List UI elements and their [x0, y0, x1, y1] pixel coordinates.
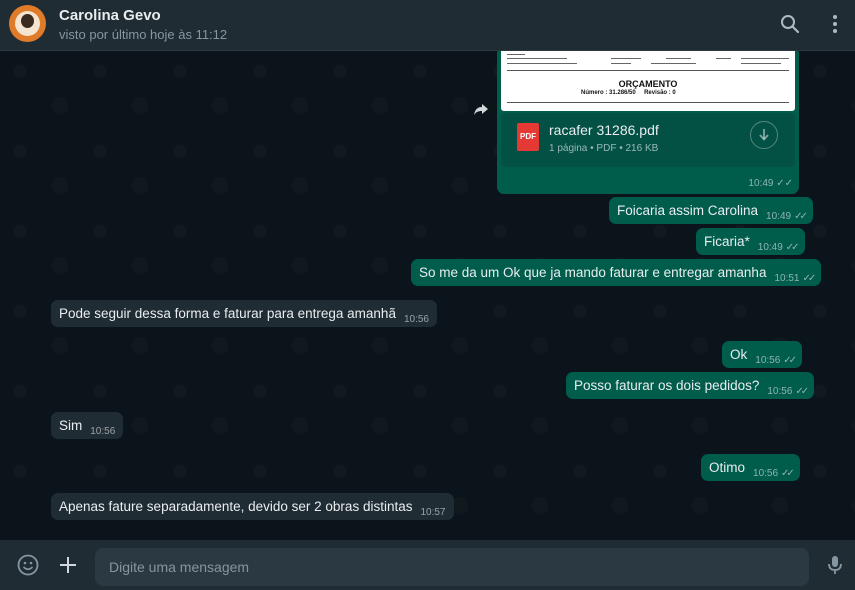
- double-check-icon: ✓✓: [795, 386, 809, 397]
- document-preview[interactable]: ORÇAMENTO Número : 31.286/50 Revisão : 0: [501, 51, 795, 111]
- message-text: Apenas fature separadamente, devido ser …: [59, 499, 413, 514]
- message-composer: [0, 540, 855, 590]
- plus-icon[interactable]: [56, 553, 80, 577]
- message-text: Ficaria*: [704, 234, 750, 249]
- document-file-name: racafer 31286.pdf: [549, 122, 659, 138]
- document-message[interactable]: ORÇAMENTO Número : 31.286/50 Revisão : 0…: [497, 51, 799, 194]
- message-text: Pode seguir dessa forma e faturar para e…: [59, 306, 396, 321]
- document-preview-title: ORÇAMENTO: [618, 79, 678, 89]
- document-info[interactable]: PDF racafer 31286.pdf 1 página • PDF • 2…: [501, 113, 795, 167]
- message-text: Foicaria assim Carolina: [617, 203, 759, 218]
- message-bubble[interactable]: Sim 10:56: [51, 412, 124, 439]
- message-text: So me da um Ok que ja mando faturar e en…: [419, 265, 767, 280]
- chat-messages-area[interactable]: ORÇAMENTO Número : 31.286/50 Revisão : 0…: [0, 51, 855, 540]
- double-check-icon: ✓✓: [794, 211, 808, 222]
- kebab-menu-icon[interactable]: [823, 12, 847, 36]
- message-text: Otimo: [709, 460, 746, 475]
- message-bubble[interactable]: Otimo 10:56 ✓✓: [701, 454, 800, 481]
- emoji-icon[interactable]: [16, 553, 40, 577]
- message-time: 10:56: [767, 386, 793, 397]
- microphone-icon[interactable]: [823, 553, 847, 577]
- message-bubble[interactable]: Ficaria* 10:49 ✓✓: [696, 228, 805, 255]
- double-check-icon: ✓✓: [783, 355, 797, 366]
- chat-header: Carolina Gevo visto por último hoje às 1…: [0, 0, 855, 51]
- message-time: 10:56: [755, 355, 781, 366]
- contact-last-seen: visto por último hoje às 11:12: [59, 27, 228, 42]
- message-bubble[interactable]: Apenas fature separadamente, devido ser …: [51, 493, 454, 520]
- message-bubble[interactable]: So me da um Ok que ja mando faturar e en…: [411, 259, 822, 286]
- double-check-icon: ✓✓: [802, 273, 816, 284]
- pdf-file-icon: PDF: [517, 123, 539, 151]
- message-time: 10:56: [90, 426, 116, 437]
- message-time: 10:51: [774, 273, 800, 284]
- message-time: 10:49 ✓✓: [748, 178, 793, 189]
- message-text: Posso faturar os dois pedidos?: [574, 378, 760, 393]
- message-bubble[interactable]: Ok 10:56 ✓✓: [722, 341, 803, 368]
- message-input[interactable]: [95, 548, 809, 586]
- contact-name[interactable]: Carolina Gevo: [59, 7, 161, 24]
- contact-avatar[interactable]: [9, 5, 46, 42]
- message-time: 10:49: [757, 242, 783, 253]
- double-check-icon: ✓✓: [781, 468, 795, 479]
- message-text: Sim: [59, 418, 83, 433]
- message-time: 10:57: [420, 507, 446, 518]
- document-file-meta: 1 página • PDF • 216 KB: [549, 143, 659, 154]
- message-time: 10:56: [753, 468, 779, 479]
- search-icon[interactable]: [778, 12, 802, 36]
- message-text: Ok: [730, 347, 748, 362]
- forward-icon[interactable]: [468, 96, 494, 122]
- double-check-icon: ✓✓: [773, 178, 793, 189]
- double-check-icon: ✓✓: [785, 242, 800, 253]
- message-bubble[interactable]: Foicaria assim Carolina 10:49 ✓✓: [609, 197, 813, 224]
- download-icon[interactable]: [750, 121, 778, 149]
- document-preview-number: Número : 31.286/50 Revisão : 0: [581, 90, 676, 96]
- message-time: 10:49: [766, 211, 792, 222]
- message-time: 10:56: [403, 314, 429, 325]
- message-bubble[interactable]: Pode seguir dessa forma e faturar para e…: [51, 300, 437, 327]
- message-bubble[interactable]: Posso faturar os dois pedidos? 10:56 ✓✓: [566, 372, 815, 399]
